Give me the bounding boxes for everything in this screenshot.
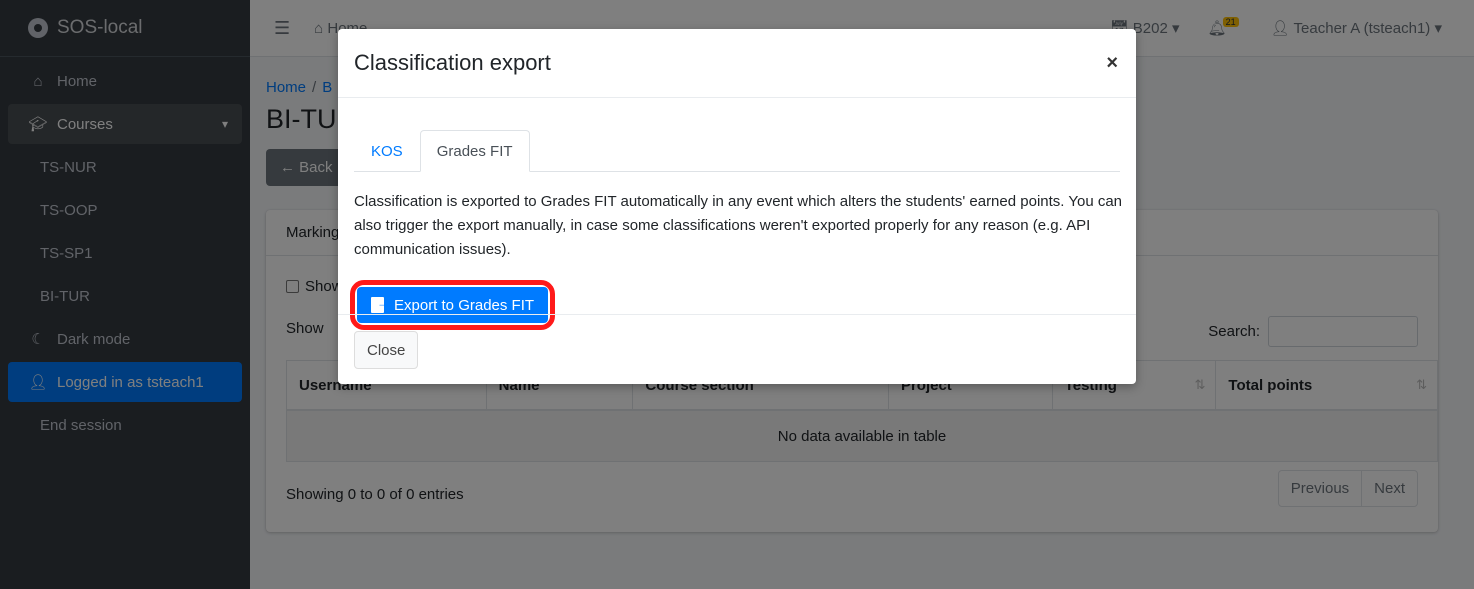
modal-header: Classification export × bbox=[338, 29, 1136, 98]
modal-title: Classification export bbox=[354, 50, 551, 75]
close-icon[interactable]: × bbox=[1106, 52, 1118, 75]
file-export-icon bbox=[371, 296, 389, 313]
classification-export-modal: Classification export × KOS Grades FIT C… bbox=[338, 29, 1136, 384]
export-button-label: Export to Grades FIT bbox=[394, 296, 535, 314]
export-description: Classification is exported to Grades FIT… bbox=[354, 193, 1123, 258]
tab-kos[interactable]: KOS bbox=[354, 130, 420, 172]
close-button[interactable]: Close bbox=[354, 331, 419, 369]
modal-tabs: KOS Grades FIT bbox=[354, 114, 1120, 172]
tab-grades-fit[interactable]: Grades FIT bbox=[419, 130, 530, 172]
modal-footer: Close bbox=[338, 314, 1136, 385]
modal-body: KOS Grades FIT Classification is exporte… bbox=[338, 98, 1136, 330]
